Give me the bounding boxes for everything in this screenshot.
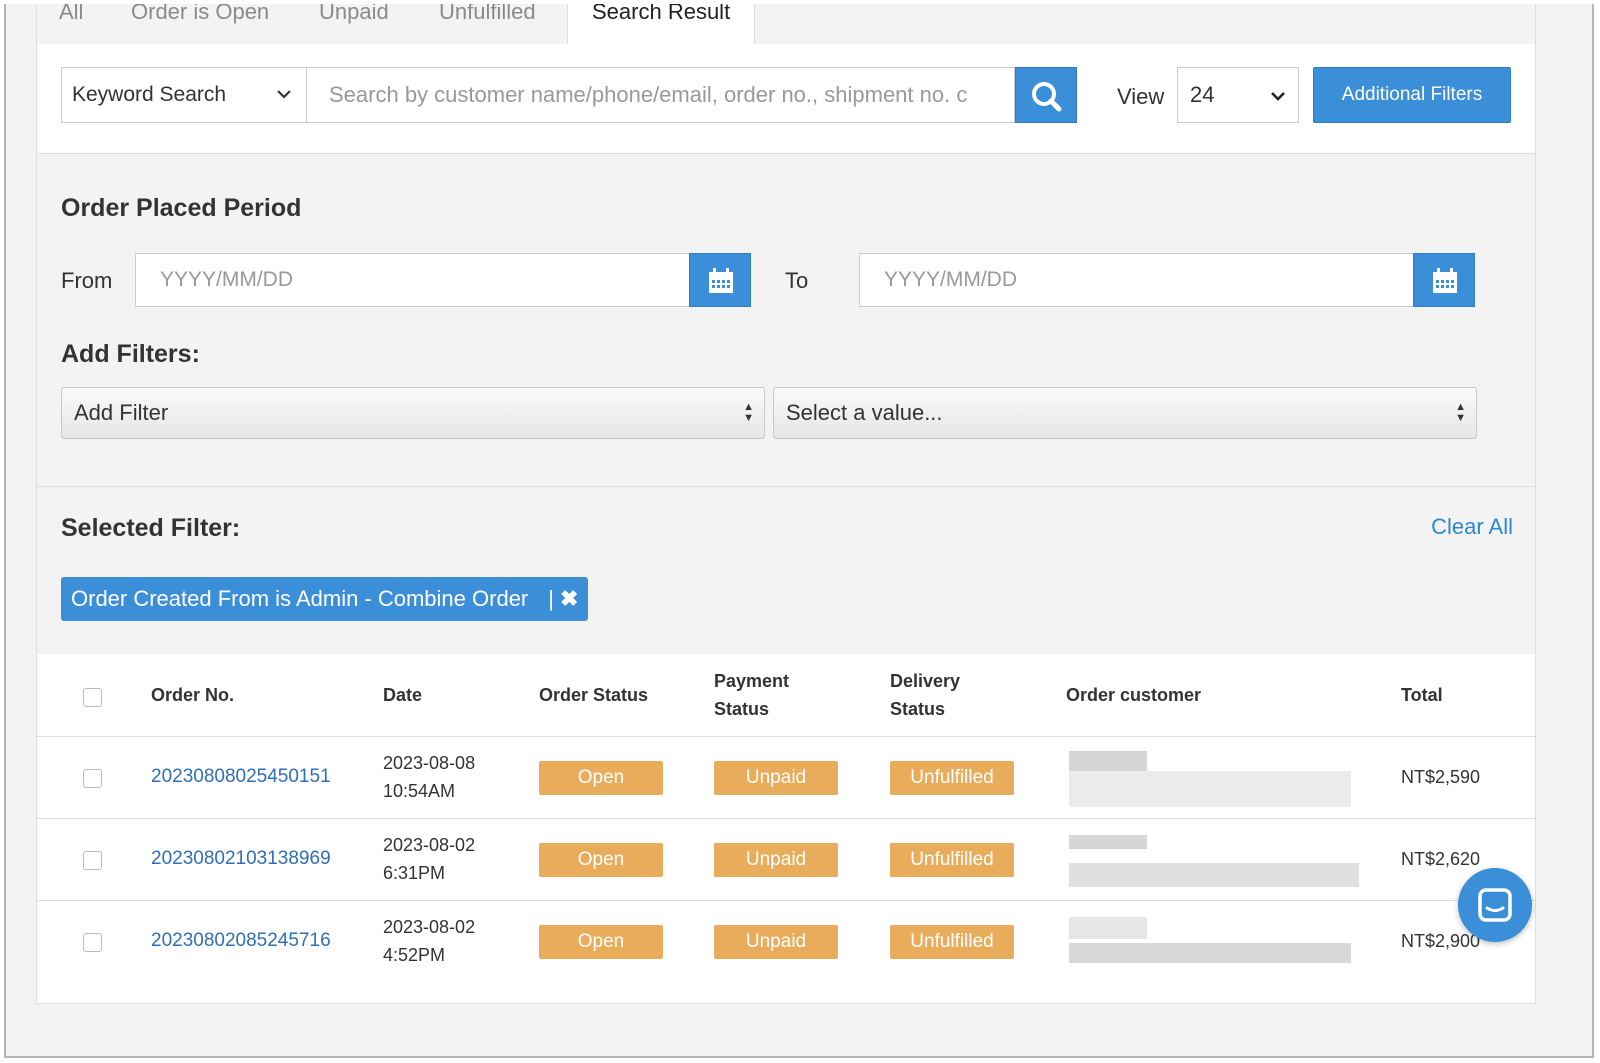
clear-all-link[interactable]: Clear All	[1431, 514, 1513, 540]
tab-search-result[interactable]: Search Result	[567, 4, 756, 46]
order-date-time: 10:54AM	[383, 781, 456, 801]
delivery-status-badge: Unfulfilled	[890, 843, 1014, 877]
table-row: 20230808025450151 2023-08-08 10:54AM Ope…	[37, 736, 1535, 818]
search-panel: Keyword Search Search by customer name/p…	[36, 44, 1536, 154]
customer-contact-redacted	[1069, 943, 1351, 963]
table-row: 20230802103138969 2023-08-02 6:31PM Open…	[37, 818, 1535, 900]
header-order-status: Order Status	[539, 685, 649, 705]
tab-unfulfilled[interactable]: Unfulfilled	[439, 4, 536, 36]
from-calendar-button[interactable]	[689, 253, 751, 307]
order-number-link[interactable]: 20230808025450151	[151, 766, 331, 788]
header-date: Date	[383, 685, 423, 705]
selected-filter-chip: Order Created From is Admin - Combine Or…	[61, 577, 589, 621]
order-placed-period-title: Order Placed Period	[61, 194, 302, 222]
filter-value-select[interactable]: Select a value... ▲ ▼	[773, 387, 1477, 439]
divider	[37, 486, 1535, 487]
order-date: 2023-08-02 4:52PM	[383, 913, 475, 969]
sort-arrows-icon: ▲ ▼	[1455, 401, 1466, 424]
orders-table: Order No. Date Order Status Payment Stat…	[37, 654, 1535, 1004]
close-icon[interactable]: ✖	[560, 586, 578, 611]
keyword-search-select[interactable]: Keyword Search	[61, 67, 307, 123]
tab-unpaid[interactable]: Unpaid	[319, 4, 389, 36]
to-calendar-button[interactable]	[1413, 253, 1475, 307]
row-checkbox[interactable]	[83, 769, 102, 788]
payment-status-badge: Unpaid	[714, 761, 838, 795]
calendar-icon	[709, 268, 733, 293]
additional-filters-button[interactable]: Additional Filters	[1313, 67, 1511, 123]
header-payment-status-line1: Payment	[714, 671, 790, 691]
header-payment-status: Payment Status	[714, 667, 789, 723]
chip-separator: |	[548, 586, 554, 611]
app-frame: All Order is Open Unpaid Unfulfilled Sea…	[4, 4, 1594, 1058]
view-count-value: 24	[1190, 82, 1215, 107]
add-filter-value: Add Filter	[74, 400, 169, 425]
order-status-badge: Open	[539, 761, 663, 795]
tab-order-is-open[interactable]: Order is Open	[131, 4, 269, 36]
calendar-icon	[1433, 268, 1457, 293]
order-status-badge: Open	[539, 925, 663, 959]
row-checkbox[interactable]	[83, 933, 102, 952]
add-filters-title: Add Filters:	[61, 340, 200, 368]
order-date: 2023-08-08 10:54AM	[383, 749, 475, 805]
keyword-search-value: Keyword Search	[72, 83, 227, 106]
sort-arrows-icon: ▲ ▼	[743, 401, 754, 424]
order-status-badge: Open	[539, 843, 663, 877]
chevron-down-icon	[276, 68, 292, 145]
delivery-status-badge: Unfulfilled	[890, 925, 1014, 959]
payment-status-badge: Unpaid	[714, 843, 838, 877]
customer-name-redacted	[1069, 917, 1147, 939]
customer-name-redacted	[1069, 835, 1147, 849]
header-delivery-status-line1: Delivery	[890, 671, 961, 691]
header-delivery-status: Delivery Status	[890, 667, 960, 723]
chat-icon	[1478, 888, 1512, 922]
select-all-checkbox[interactable]	[83, 688, 102, 707]
order-total: NT$2,590	[1401, 767, 1481, 787]
to-label: To	[785, 268, 809, 293]
search-button[interactable]	[1015, 67, 1077, 123]
customer-contact-redacted	[1069, 863, 1359, 887]
order-number-link[interactable]: 20230802103138969	[151, 848, 331, 870]
order-date-time: 6:31PM	[383, 863, 446, 883]
order-date-day: 2023-08-02	[383, 917, 476, 937]
chip-label: Order Created From is Admin - Combine Or…	[71, 586, 529, 611]
order-number-link[interactable]: 20230802085245716	[151, 930, 331, 952]
order-date-time: 4:52PM	[383, 945, 446, 965]
tab-all[interactable]: All	[59, 4, 83, 36]
order-date: 2023-08-02 6:31PM	[383, 831, 475, 887]
customer-contact-redacted	[1069, 771, 1351, 807]
to-date-input[interactable]: YYYY/MM/DD	[859, 253, 1415, 307]
filter-value-value: Select a value...	[786, 400, 943, 425]
view-count-select[interactable]: 24	[1177, 67, 1299, 123]
search-input[interactable]: Search by customer name/phone/email, ord…	[307, 67, 1015, 123]
from-label: From	[61, 268, 113, 293]
filter-panel: Order Placed Period From YYYY/MM/DD To Y…	[36, 154, 1536, 1004]
order-tabs: All Order is Open Unpaid Unfulfilled Sea…	[36, 4, 1536, 46]
customer-name-redacted	[1069, 751, 1147, 771]
header-order-customer: Order customer	[1066, 685, 1202, 705]
payment-status-badge: Unpaid	[714, 925, 838, 959]
header-order-no: Order No.	[151, 685, 235, 705]
table-row: 20230802085245716 2023-08-02 4:52PM Open…	[37, 900, 1535, 982]
add-filter-select[interactable]: Add Filter ▲ ▼	[61, 387, 765, 439]
chevron-down-icon	[1270, 68, 1286, 145]
view-label: View	[1117, 84, 1165, 109]
header-total: Total	[1401, 685, 1443, 705]
header-payment-status-line2: Status	[714, 699, 770, 719]
selected-filter-title: Selected Filter:	[61, 514, 241, 542]
order-date-day: 2023-08-08	[383, 753, 476, 773]
order-total: NT$2,620	[1401, 849, 1481, 869]
search-icon	[1032, 82, 1062, 112]
header-delivery-status-line2: Status	[890, 699, 946, 719]
row-checkbox[interactable]	[83, 851, 102, 870]
delivery-status-badge: Unfulfilled	[890, 761, 1014, 795]
order-date-day: 2023-08-02	[383, 835, 476, 855]
from-date-input[interactable]: YYYY/MM/DD	[135, 253, 691, 307]
chat-button[interactable]	[1458, 868, 1532, 942]
